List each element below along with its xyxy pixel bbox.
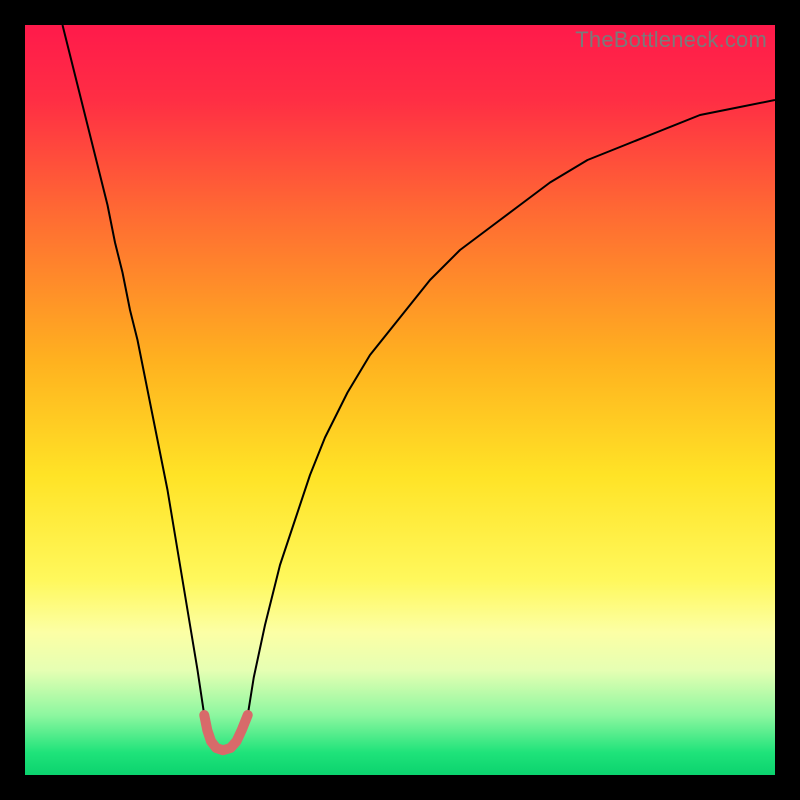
chart-frame: TheBottleneck.com [25, 25, 775, 775]
chart-background [25, 25, 775, 775]
watermark-text: TheBottleneck.com [575, 27, 767, 53]
bottleneck-curve-chart [25, 25, 775, 775]
